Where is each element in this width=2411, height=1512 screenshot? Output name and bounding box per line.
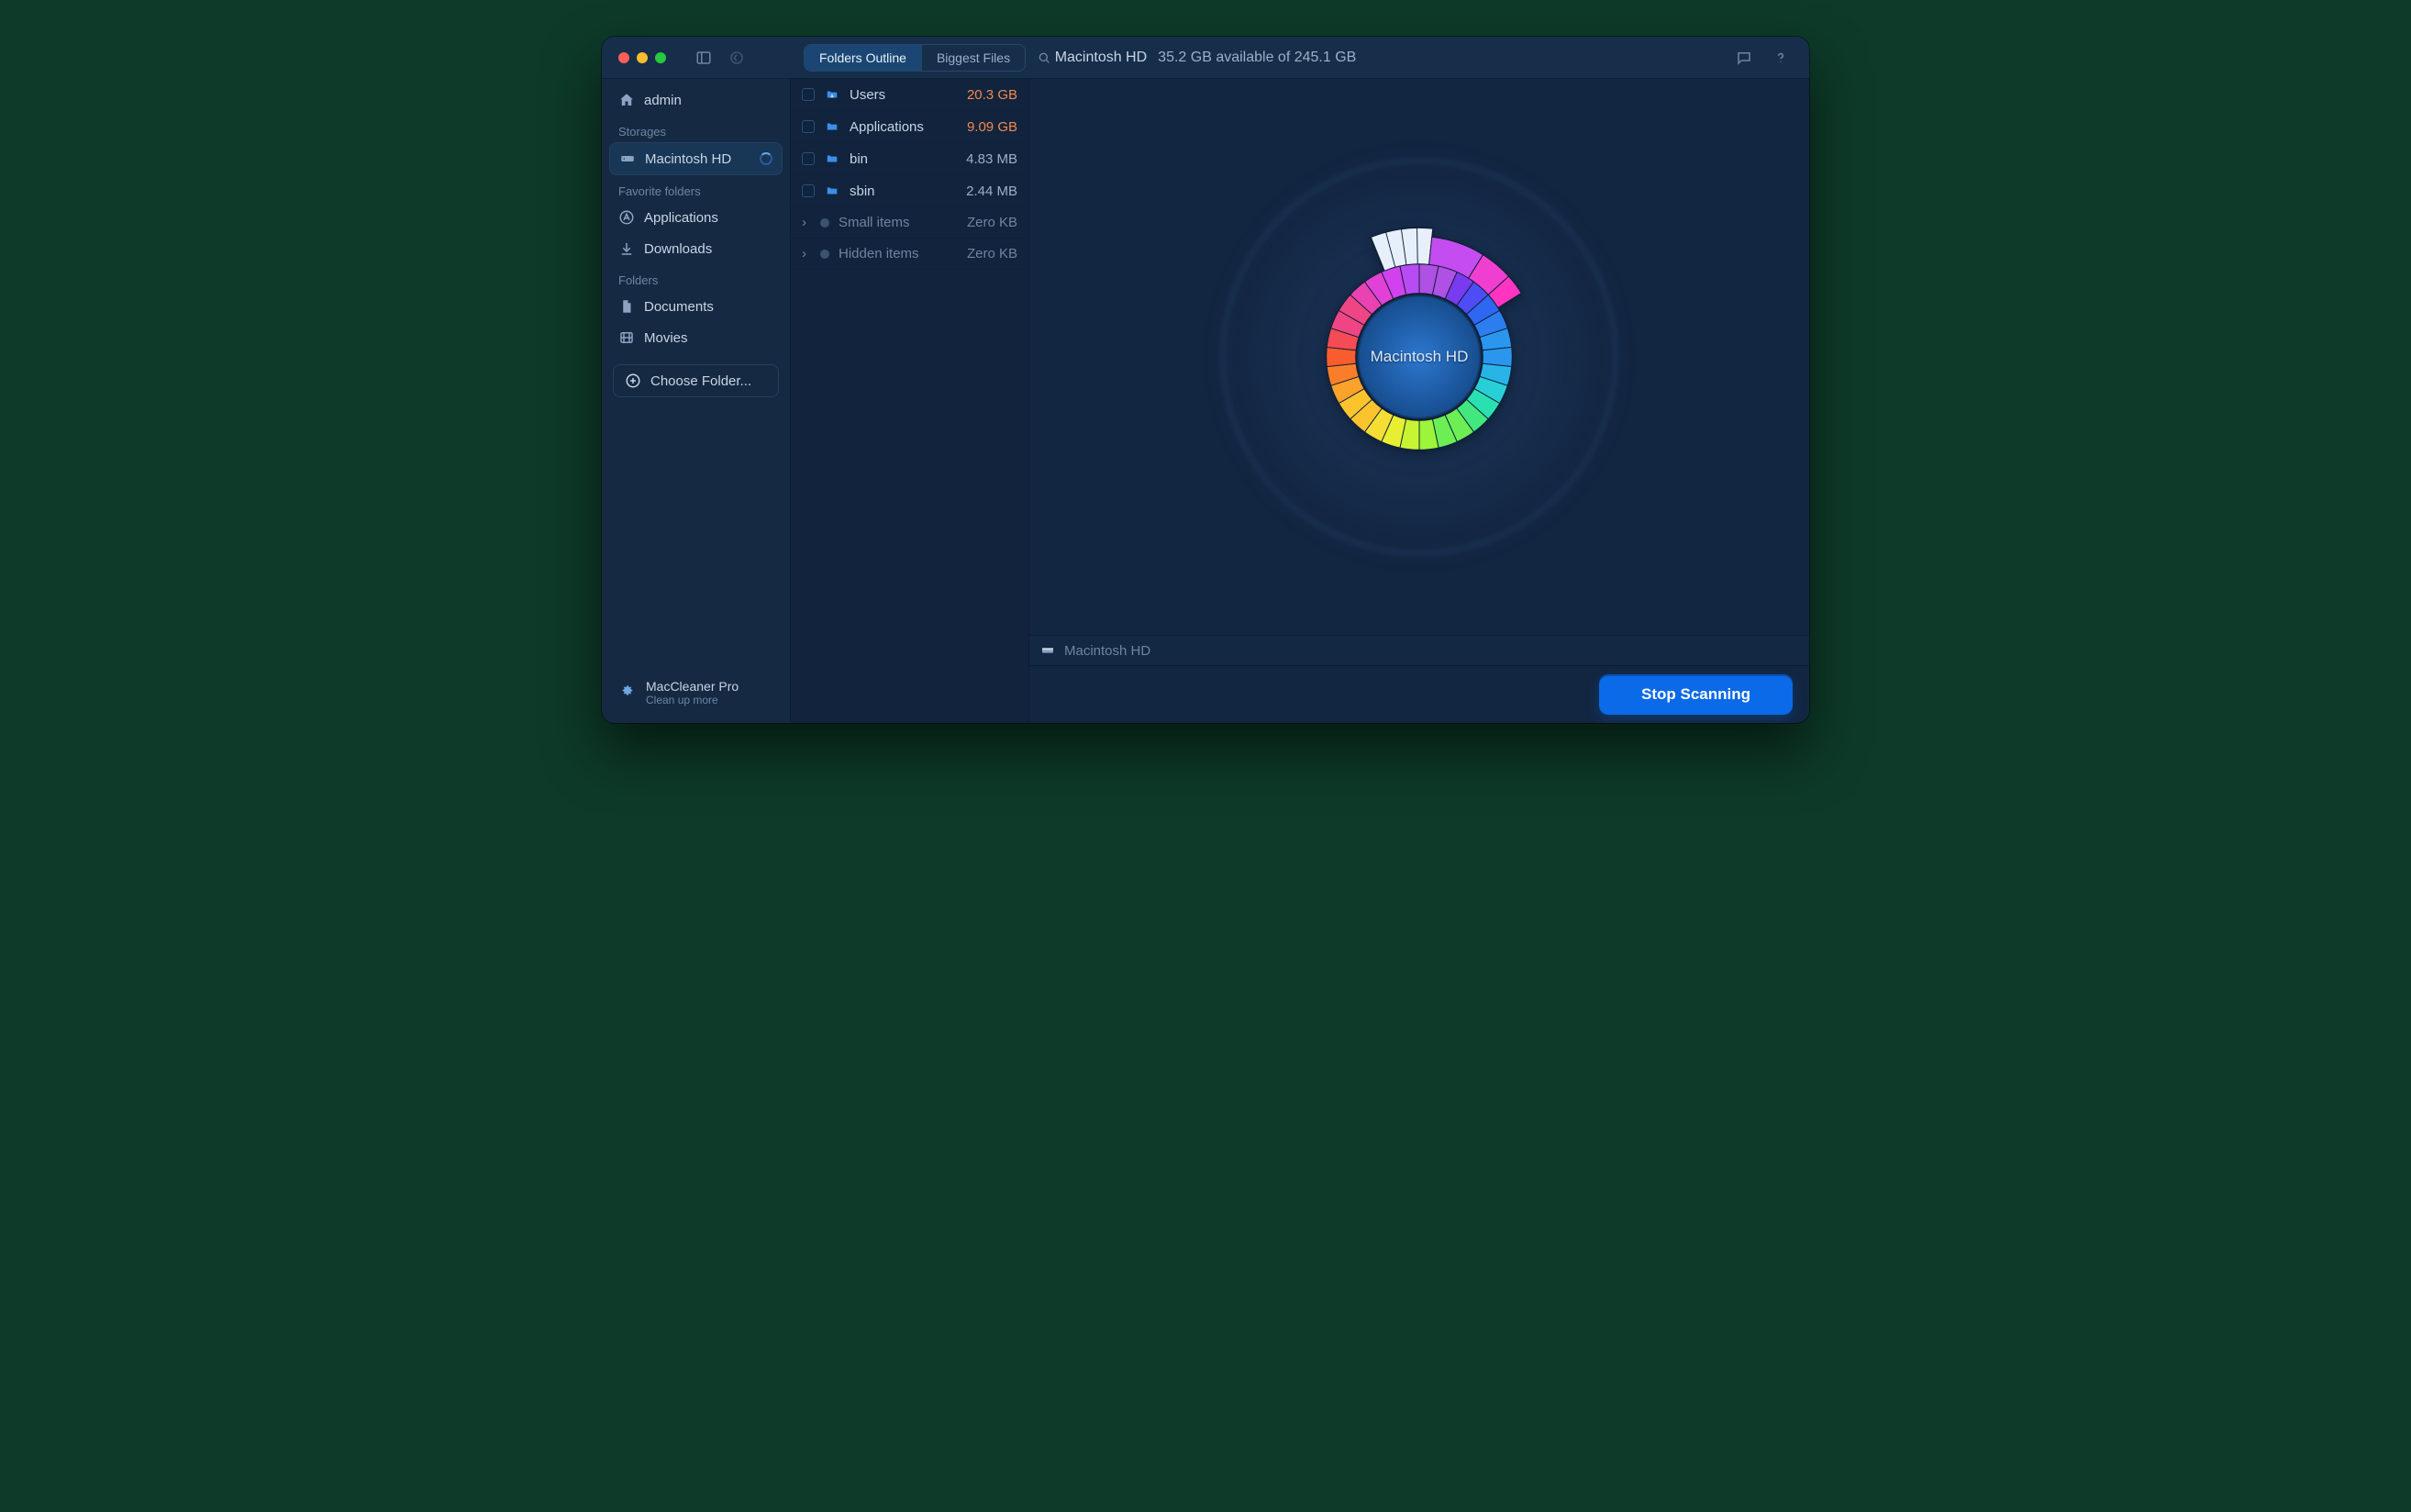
sidebar-promo[interactable]: MacCleaner Pro Clean up more bbox=[609, 672, 783, 714]
row-size: 2.44 MB bbox=[955, 183, 1017, 199]
drive-icon bbox=[1040, 643, 1055, 658]
row-name: Applications bbox=[850, 119, 946, 135]
checkbox[interactable] bbox=[802, 152, 815, 165]
back-icon[interactable] bbox=[728, 50, 745, 66]
checkbox[interactable] bbox=[802, 88, 815, 101]
row-name: Users bbox=[850, 87, 946, 103]
movie-icon bbox=[618, 329, 635, 346]
list-row[interactable]: sbin 2.44 MB bbox=[791, 175, 1028, 207]
chevron-right-icon: › bbox=[802, 246, 811, 261]
sidebar-item-label: Movies bbox=[644, 330, 688, 346]
checkbox[interactable] bbox=[802, 184, 815, 197]
help-icon[interactable] bbox=[1772, 50, 1789, 66]
promo-title: MacCleaner Pro bbox=[646, 679, 739, 694]
snowflake-icon bbox=[618, 684, 637, 702]
users-folder-icon bbox=[824, 86, 840, 103]
scanning-spinner-icon bbox=[760, 152, 772, 165]
document-icon bbox=[618, 298, 635, 315]
sidebar-item-movies[interactable]: Movies bbox=[609, 322, 783, 353]
window-controls bbox=[602, 50, 791, 66]
toolbar-left-icons bbox=[695, 50, 745, 66]
row-name: bin bbox=[850, 151, 946, 167]
folder-icon bbox=[824, 150, 840, 167]
choose-folder-button[interactable]: Choose Folder... bbox=[613, 364, 779, 397]
row-size: 20.3 GB bbox=[955, 87, 1017, 103]
tab-biggest-files[interactable]: Biggest Files bbox=[922, 45, 1025, 71]
chevron-right-icon: › bbox=[802, 215, 811, 230]
sidebar-item-user[interactable]: admin bbox=[609, 84, 783, 116]
section-storages-label: Storages bbox=[609, 116, 783, 142]
dot-icon bbox=[820, 250, 829, 259]
drive-icon bbox=[619, 150, 636, 167]
main-panel: Macintosh HD Macintosh HD Stop Scanning bbox=[1029, 79, 1809, 723]
sidebar-item-macintosh-hd[interactable]: Macintosh HD bbox=[609, 142, 783, 175]
folder-list: Users 20.3 GB Applications 9.09 GB bin 4… bbox=[791, 79, 1029, 723]
path-current[interactable]: Macintosh HD bbox=[1064, 643, 1150, 659]
list-row[interactable]: Applications 9.09 GB bbox=[791, 111, 1028, 143]
search-icon[interactable] bbox=[1037, 50, 1051, 65]
feedback-icon[interactable] bbox=[1736, 50, 1752, 66]
folder-icon bbox=[824, 183, 840, 199]
app-window: Folders Outline Biggest Files Macintosh … bbox=[602, 37, 1809, 723]
row-size: 9.09 GB bbox=[955, 119, 1017, 135]
sidebar-item-label: Applications bbox=[644, 210, 718, 226]
download-icon bbox=[618, 240, 635, 257]
row-size: 4.83 MB bbox=[955, 151, 1017, 167]
toolbar-right bbox=[1736, 50, 1809, 66]
row-size: Zero KB bbox=[955, 215, 1017, 230]
toolbar-status: Macintosh HD 35.2 GB available of 245.1 … bbox=[1055, 50, 1357, 66]
row-size: Zero KB bbox=[955, 246, 1017, 261]
list-row[interactable]: bin 4.83 MB bbox=[791, 143, 1028, 175]
row-name: Small items bbox=[839, 215, 946, 230]
sidebar: admin Storages Macintosh HD Favorite fol… bbox=[602, 79, 791, 723]
sidebar-item-label: Downloads bbox=[644, 241, 712, 257]
app-store-icon bbox=[618, 209, 635, 226]
sidebar-item-documents[interactable]: Documents bbox=[609, 291, 783, 322]
status-volume-name: Macintosh HD bbox=[1055, 50, 1147, 66]
sidebar-user-label: admin bbox=[644, 93, 682, 108]
checkbox[interactable] bbox=[802, 120, 815, 133]
section-folders-label: Folders bbox=[609, 264, 783, 291]
path-bar: Macintosh HD bbox=[1029, 635, 1809, 666]
folder-icon bbox=[824, 118, 840, 135]
sunburst-chart[interactable]: Macintosh HD bbox=[1282, 219, 1557, 495]
sidebar-item-applications[interactable]: Applications bbox=[609, 202, 783, 233]
minimize-window-button[interactable] bbox=[637, 52, 648, 63]
choose-folder-label: Choose Folder... bbox=[650, 373, 751, 389]
sidebar-item-label: Documents bbox=[644, 299, 714, 315]
list-row[interactable]: Users 20.3 GB bbox=[791, 79, 1028, 111]
list-row-small-items[interactable]: › Small items Zero KB bbox=[791, 207, 1028, 239]
view-mode-segmented: Folders Outline Biggest Files bbox=[804, 44, 1026, 72]
sidebar-toggle-icon[interactable] bbox=[695, 50, 712, 66]
list-row-hidden-items[interactable]: › Hidden items Zero KB bbox=[791, 239, 1028, 270]
status-availability: 35.2 GB available of 245.1 GB bbox=[1158, 50, 1356, 66]
zoom-window-button[interactable] bbox=[655, 52, 666, 63]
home-icon bbox=[618, 92, 635, 108]
close-window-button[interactable] bbox=[618, 52, 629, 63]
footer: Stop Scanning bbox=[1029, 666, 1809, 723]
dot-icon bbox=[820, 218, 829, 228]
sidebar-item-label: Macintosh HD bbox=[645, 151, 731, 167]
stop-scanning-button[interactable]: Stop Scanning bbox=[1599, 674, 1793, 715]
promo-subtitle: Clean up more bbox=[646, 694, 739, 706]
toolbar: Folders Outline Biggest Files Macintosh … bbox=[602, 37, 1809, 79]
row-name: Hidden items bbox=[839, 246, 946, 261]
sunburst-area: Macintosh HD bbox=[1029, 79, 1809, 635]
sidebar-item-downloads[interactable]: Downloads bbox=[609, 233, 783, 264]
row-name: sbin bbox=[850, 183, 946, 199]
section-favorites-label: Favorite folders bbox=[609, 175, 783, 202]
tab-folders-outline[interactable]: Folders Outline bbox=[805, 45, 922, 71]
plus-circle-icon bbox=[625, 372, 641, 389]
